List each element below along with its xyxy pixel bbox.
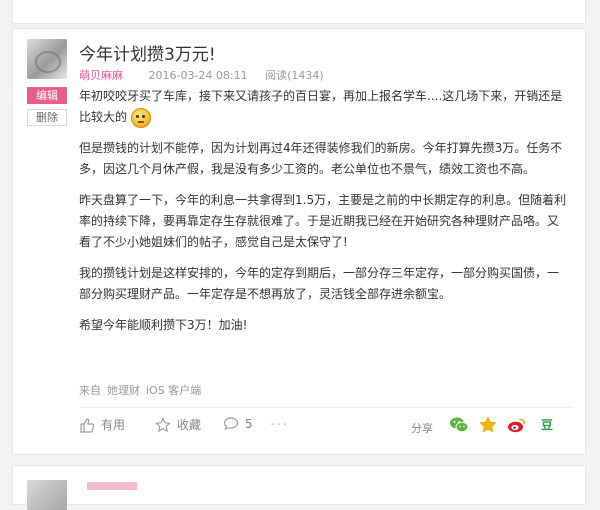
edit-button[interactable]: 编辑 bbox=[27, 87, 67, 104]
paragraph: 昨天盘算了一下，今年的利息一共拿得到1.5万，主要是之前的中长期定存的利息。但随… bbox=[79, 193, 567, 249]
comment-button[interactable]: 5 bbox=[223, 416, 253, 432]
thumbs-up-icon bbox=[79, 417, 95, 433]
post-source: 来自 她理财 iOS 客户端 bbox=[79, 382, 201, 398]
paragraph: 希望今年能顺利攒下3万！加油! bbox=[79, 318, 248, 332]
delete-button[interactable]: 删除 bbox=[27, 109, 67, 126]
post-date: 2016-03-24 08:11 bbox=[148, 69, 248, 82]
share-label: 分享 bbox=[411, 422, 433, 435]
author-avatar[interactable] bbox=[27, 39, 67, 79]
source-prefix: 来自 bbox=[79, 384, 101, 397]
paragraph: 但是攒钱的计划不能停，因为计划再过4年还得装修我们的新房。今年打算先攒3万。任务… bbox=[79, 141, 563, 176]
more-options-button[interactable]: ··· bbox=[270, 418, 289, 432]
weibo-icon[interactable] bbox=[507, 415, 527, 435]
previous-post-card bbox=[12, 0, 586, 24]
divider bbox=[79, 407, 573, 408]
read-count: 阅读(1434) bbox=[265, 69, 324, 82]
star-outline-icon bbox=[155, 416, 171, 433]
like-button[interactable]: 有用 bbox=[79, 416, 125, 433]
wechat-icon[interactable] bbox=[449, 415, 469, 435]
source-platform: iOS 客户端 bbox=[146, 384, 202, 397]
author-name[interactable]: 萌贝麻麻 bbox=[79, 69, 123, 82]
post-card: 编辑 删除 今年计划攒3万元! 萌贝麻麻 2016-03-24 08:11 阅读… bbox=[12, 28, 586, 455]
douban-icon[interactable]: 豆 bbox=[537, 415, 557, 435]
post-title[interactable]: 今年计划攒3万元! bbox=[79, 40, 216, 65]
shy-face-emoji-icon bbox=[131, 107, 152, 128]
comment-bubble-icon bbox=[223, 416, 239, 432]
like-label: 有用 bbox=[101, 418, 126, 432]
next-post-title-partial[interactable] bbox=[87, 482, 137, 490]
post-meta: 萌贝麻麻 2016-03-24 08:11 阅读(1434) bbox=[79, 67, 324, 83]
qzone-star-icon[interactable] bbox=[478, 415, 498, 435]
favorite-button[interactable]: 收藏 bbox=[155, 416, 201, 433]
paragraph: 年初咬咬牙买了车库，接下来又请孩子的百日宴，再加上报名学车....这几场下来，开… bbox=[79, 86, 569, 128]
post-content: 年初咬咬牙买了车库，接下来又请孩子的百日宴，再加上报名学车....这几场下来，开… bbox=[79, 86, 569, 346]
comment-count: 5 bbox=[245, 417, 253, 431]
next-post-card bbox=[12, 465, 586, 510]
paragraph: 我的攒钱计划是这样安排的，今年的定存到期后，一部分存三年定存，一部分购买国债，一… bbox=[79, 266, 560, 301]
favorite-label: 收藏 bbox=[177, 418, 202, 432]
source-app-link[interactable]: 她理财 bbox=[107, 384, 140, 397]
paragraph-text: 年初咬咬牙买了车库，接下来又请孩子的百日宴，再加上报名学车....这几场下来，开… bbox=[79, 89, 563, 124]
